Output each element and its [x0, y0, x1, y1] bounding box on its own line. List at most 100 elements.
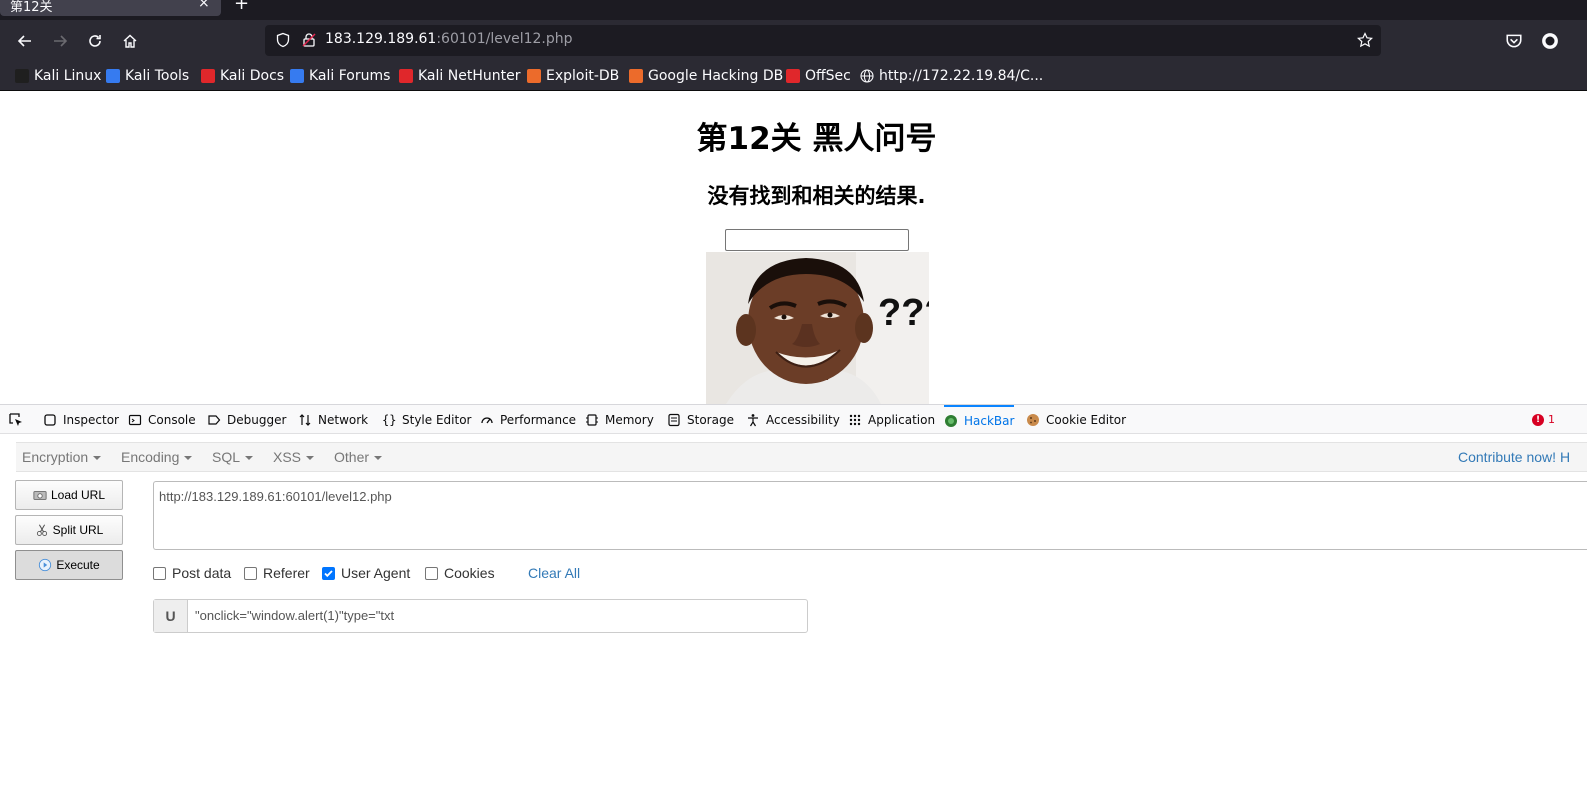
checkbox-user-agent[interactable]: User Agent — [322, 565, 410, 581]
pocket-icon[interactable] — [1505, 32, 1523, 50]
nethunter-icon — [399, 69, 413, 83]
bookmark-http-172-22-19-84-c[interactable]: http://172.22.19.84/C... — [860, 67, 1043, 85]
reload-icon[interactable] — [82, 28, 108, 54]
bookmark-label: Exploit-DB — [546, 68, 620, 84]
hackbar-menu-encoding[interactable]: Encoding — [121, 449, 193, 465]
hackbar-menu-label: SQL — [212, 449, 241, 465]
meme-image: ??? — [706, 252, 929, 404]
bookmark-label: http://172.22.19.84/C... — [879, 68, 1044, 84]
devtools-tab-console[interactable]: Console — [128, 405, 196, 434]
new-tab-icon[interactable]: + — [234, 0, 249, 14]
devtools-tab-performance[interactable]: Performance — [480, 405, 576, 434]
checkbox-label: Referer — [263, 565, 310, 581]
tab-title: 第12关 — [10, 0, 53, 15]
devtools-tab-label: Accessibility — [766, 412, 840, 427]
hackbar-menu-label: Other — [334, 449, 370, 465]
execute-button[interactable]: Execute — [15, 550, 123, 580]
bookmark-label: OffSec — [805, 68, 851, 84]
kali-forums-icon — [290, 69, 304, 83]
hackbar-menu-encryption[interactable]: Encryption — [22, 449, 102, 465]
console-icon — [128, 414, 142, 425]
application-icon — [849, 414, 861, 425]
url-textarea[interactable]: http://183.129.189.61:60101/level12.php — [153, 481, 1587, 550]
load-url-label: Load URL — [50, 488, 106, 502]
devtools-tab-accessibility[interactable]: Accessibility — [746, 405, 840, 434]
devtools-tab-label: Memory — [605, 412, 654, 427]
checkbox-post-data[interactable]: Post data — [153, 565, 231, 581]
devtools-tab-debugger[interactable]: Debugger — [207, 405, 286, 434]
devtools-tab-style-editor[interactable]: {} Style Editor — [382, 405, 471, 434]
devtools-tab-network[interactable]: Network — [298, 405, 368, 434]
checkbox-cookies[interactable]: Cookies — [425, 565, 495, 581]
bookmark-star-icon[interactable] — [1357, 32, 1373, 48]
devtools-tab-inspector[interactable]: Inspector — [43, 405, 119, 434]
error-icon: ! — [1532, 413, 1544, 426]
load-url-icon — [33, 491, 47, 500]
devtools-tab-cookie-editor[interactable]: Cookie Editor — [1026, 405, 1126, 434]
contribute-link[interactable]: Contribute now! H — [1458, 449, 1570, 465]
error-count-badge[interactable]: ! 1 — [1532, 413, 1555, 426]
caret-down-icon — [374, 456, 383, 461]
bookmark-kali-linux[interactable]: Kali Linux — [15, 67, 101, 85]
checkbox-checked-icon[interactable] — [322, 566, 335, 580]
hackbar-menu: Contribute now! H Encryption Encoding SQL X… — [16, 442, 1587, 472]
checkbox-referer[interactable]: Referer — [244, 565, 310, 581]
bookmark-label: Kali Tools — [125, 68, 190, 84]
search-input[interactable] — [725, 229, 909, 251]
home-icon[interactable] — [117, 28, 143, 54]
bookmark-kali-tools[interactable]: Kali Tools — [106, 67, 189, 85]
back-arrow-icon[interactable] — [12, 28, 38, 54]
checkbox-label: User Agent — [341, 565, 411, 581]
browser-tab[interactable]: 第12关 × — [0, 0, 221, 16]
page-title: 第12关 黑人问号 — [696, 121, 937, 157]
load-url-button[interactable]: Load URL — [15, 480, 123, 510]
hackbar-menu-sql[interactable]: SQL — [212, 449, 254, 465]
split-url-label: Split URL — [52, 523, 104, 537]
devtools-tab-hackbar[interactable]: HackBar — [944, 405, 1015, 434]
user-agent-input[interactable]: "onclick="window.alert(1)"type="txt — [195, 608, 394, 623]
caret-down-icon — [93, 456, 102, 461]
bookmark-label: Kali NetHunter — [418, 68, 521, 84]
insecure-lock-icon[interactable] — [301, 32, 317, 48]
tab-close-icon[interactable]: × — [198, 0, 210, 11]
error-count: 1 — [1548, 413, 1555, 426]
devtools-panel: ! 1 Inspector Console Debugger Network {} Sty… — [0, 404, 1587, 808]
devtools-tab-label: Console — [148, 412, 196, 427]
bookmark-offsec[interactable]: OffSec — [786, 67, 851, 85]
clear-all-link[interactable]: Clear All — [528, 565, 580, 581]
devtools-tab-label: Debugger — [227, 412, 287, 427]
debugger-icon — [208, 414, 221, 425]
bookmark-kali-forums[interactable]: Kali Forums — [290, 67, 390, 85]
bookmark-label: Kali Docs — [220, 68, 285, 84]
bookmark-google-hacking-db[interactable]: Google Hacking DB — [629, 67, 783, 85]
hackbar-menu-other[interactable]: Other — [334, 449, 383, 465]
storage-icon — [668, 413, 680, 426]
devtools-tab-memory[interactable]: Memory — [585, 405, 654, 434]
checkbox-unchecked-icon[interactable] — [425, 566, 438, 580]
bookmark-exploit-db[interactable]: Exploit-DB — [527, 67, 619, 85]
bookmark-kali-docs[interactable]: Kali Docs — [201, 67, 284, 85]
checkbox-unchecked-icon[interactable] — [153, 566, 166, 580]
devtools-tab-label: Performance — [500, 412, 577, 427]
memory-icon — [586, 413, 598, 426]
tracking-shield-icon[interactable] — [275, 32, 291, 48]
hackbar-menu-xss[interactable]: XSS — [273, 449, 315, 465]
network-icon — [299, 413, 311, 426]
devtools-tab-storage[interactable]: Storage — [667, 405, 734, 434]
bookmark-kali-nethunter[interactable]: Kali NetHunter — [399, 67, 520, 85]
execute-play-icon — [39, 558, 52, 572]
hackbar-menu-label: XSS — [273, 449, 302, 465]
split-url-button[interactable]: Split URL — [15, 515, 123, 545]
checkbox-unchecked-icon[interactable] — [244, 566, 257, 580]
url-bar[interactable]: 183.129.189.61:60101/level12.php — [265, 25, 1381, 56]
inspector-icon — [44, 413, 56, 426]
account-icon[interactable] — [1541, 32, 1559, 50]
checkbox-label: Post data — [172, 565, 232, 581]
element-picker-icon[interactable] — [8, 412, 24, 428]
devtools-tab-application[interactable]: Application — [848, 405, 935, 434]
bookmark-label: Kali Forums — [309, 68, 391, 84]
checkbox-label: Cookies — [444, 565, 495, 581]
forward-arrow-icon[interactable] — [47, 28, 73, 54]
url-text[interactable]: 183.129.189.61:60101/level12.php — [325, 31, 573, 47]
devtools-tab-label: HackBar — [964, 413, 1015, 428]
